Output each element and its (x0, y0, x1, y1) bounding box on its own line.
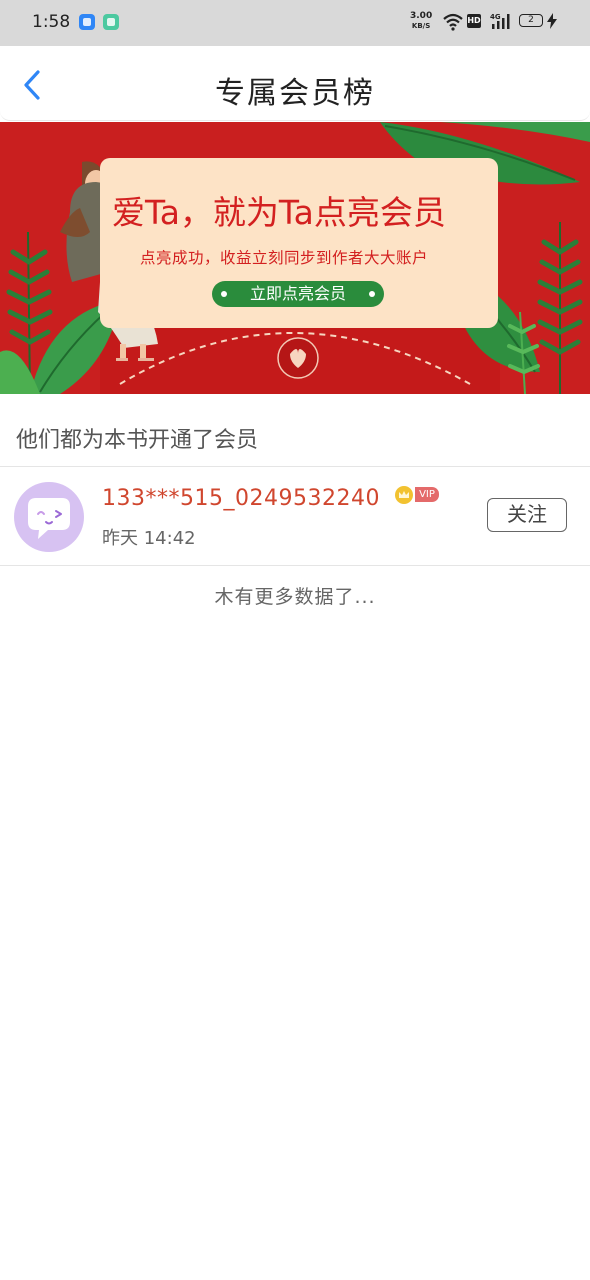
network-type-label: 4G (490, 13, 501, 21)
banner-headline: 爱Ta，就为Ta点亮会员 (112, 193, 446, 232)
promo-banner[interactable]: 爱Ta，就为Ta点亮会员 点亮成功，收益立刻同步到作者大大账户 立即点亮会员 (0, 122, 590, 394)
charging-bolt-icon (547, 13, 557, 29)
network-speed: 3.00 KB/S (410, 11, 432, 31)
chat-bubble-avatar-icon (28, 498, 70, 539)
member-name[interactable]: 133***515_0249532240 (102, 486, 380, 511)
divider (0, 466, 590, 467)
hd-voice-icon: HD (467, 14, 481, 28)
banner-subtitle: 点亮成功，收益立刻同步到作者大大账户 (140, 249, 429, 267)
vip-badge: VIP (395, 486, 441, 504)
divider (0, 565, 590, 566)
notification-app-icon-2 (103, 14, 119, 30)
follow-button[interactable]: 关注 (487, 498, 567, 532)
vip-label: VIP (415, 487, 439, 502)
list-item[interactable]: 133***515_0249532240 VIP 昨天 14:42 关注 (0, 468, 590, 565)
status-bar: 1:58 3.00 KB/S HD 4G 2 (0, 0, 590, 46)
member-open-time: 昨天 14:42 (102, 528, 196, 549)
battery-icon: 2 (519, 14, 543, 27)
signal-icon: 4G (490, 13, 510, 29)
activate-membership-button[interactable]: 立即点亮会员 (212, 281, 384, 307)
network-speed-value: 3.00 (410, 11, 433, 21)
status-time: 1:58 (32, 12, 71, 32)
crown-icon (395, 486, 413, 504)
page-title: 专属会员榜 (215, 76, 375, 111)
wifi-icon (443, 13, 463, 31)
avatar[interactable] (14, 482, 84, 552)
section-title: 他们都为本书开通了会员 (16, 428, 259, 453)
notification-app-icon (79, 14, 95, 30)
no-more-data-text: 木有更多数据了... (214, 586, 376, 608)
app-header: 专属会员榜 (0, 46, 590, 121)
network-speed-unit: KB/S (411, 22, 431, 30)
